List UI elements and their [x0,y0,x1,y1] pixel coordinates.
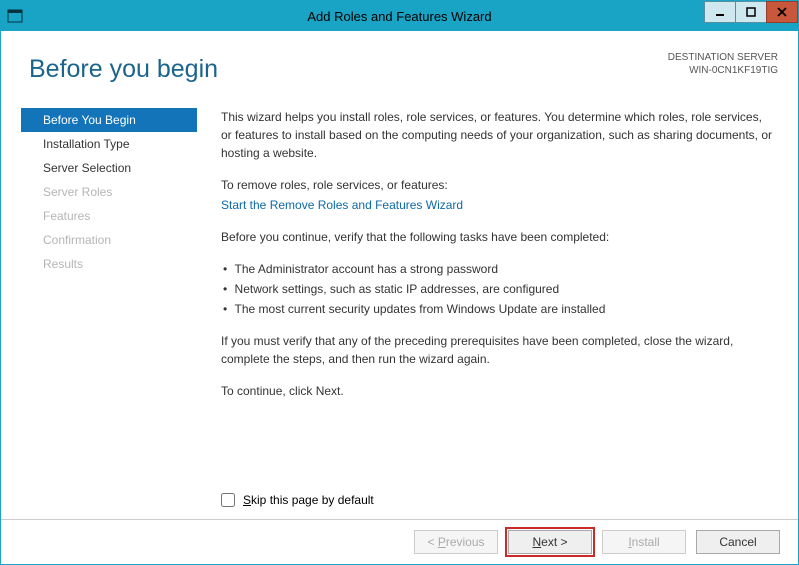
maximize-button[interactable] [735,1,767,23]
close-button[interactable] [766,1,798,23]
remove-label: To remove roles, role services, or featu… [221,176,772,194]
destination-label: DESTINATION SERVER [668,51,778,64]
content-area: Before you begin DESTINATION SERVER WIN-… [1,31,798,519]
nav-server-selection[interactable]: Server Selection [21,156,197,180]
nav-sidebar: Before You Begin Installation Type Serve… [21,108,197,485]
cancel-button[interactable]: Cancel [696,530,780,554]
skip-row: Skip this page by default [221,493,778,507]
minimize-button[interactable] [704,1,736,23]
continue-note: To continue, click Next. [221,382,772,400]
skip-checkbox[interactable] [221,493,235,507]
nav-installation-type[interactable]: Installation Type [21,132,197,156]
footer: < Previous Next > Install Cancel [1,519,798,564]
destination-box: DESTINATION SERVER WIN-0CN1KF19TIG [668,51,778,77]
nav-features: Features [21,204,197,228]
nav-results: Results [21,252,197,276]
next-button[interactable]: Next > [508,530,592,554]
destination-name: WIN-0CN1KF19TIG [668,64,778,77]
header-row: Before you begin DESTINATION SERVER WIN-… [21,47,778,84]
nav-confirmation: Confirmation [21,228,197,252]
wizard-window: Add Roles and Features Wizard Before you… [0,0,799,565]
window-controls [705,1,798,23]
verify-note: If you must verify that any of the prece… [221,332,772,368]
nav-before-you-begin[interactable]: Before You Begin [21,108,197,132]
previous-button: < Previous [414,530,498,554]
prereq-item: The most current security updates from W… [221,300,772,318]
main-panel: This wizard helps you install roles, rol… [197,108,778,485]
prereq-item: Network settings, such as static IP addr… [221,280,772,298]
app-icon [1,1,29,31]
page-title: Before you begin [29,55,218,84]
prereq-item: The Administrator account has a strong p… [221,260,772,278]
remove-wizard-link[interactable]: Start the Remove Roles and Features Wiza… [221,198,463,212]
prereq-list: The Administrator account has a strong p… [221,260,772,318]
intro-text: This wizard helps you install roles, rol… [221,108,772,162]
body-row: Before You Begin Installation Type Serve… [21,108,778,485]
window-title: Add Roles and Features Wizard [1,9,798,24]
verify-intro: Before you continue, verify that the fol… [221,228,772,246]
nav-server-roles: Server Roles [21,180,197,204]
titlebar: Add Roles and Features Wizard [1,1,798,31]
skip-label[interactable]: Skip this page by default [243,493,374,507]
install-button: Install [602,530,686,554]
